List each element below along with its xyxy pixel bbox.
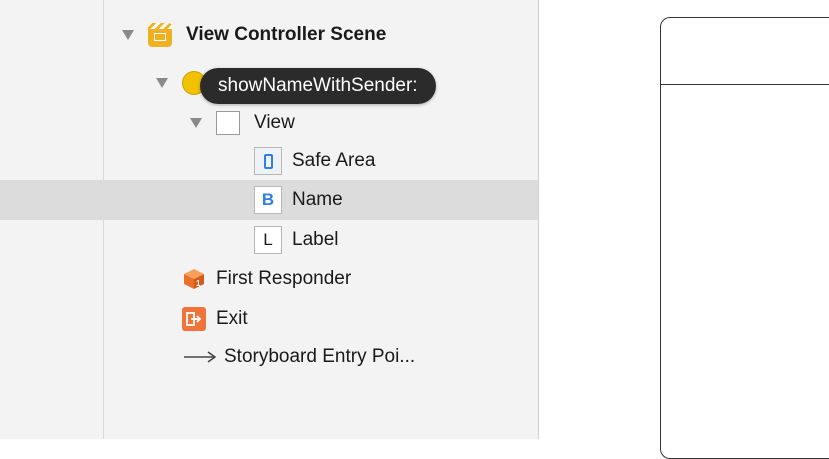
first-responder-cube-icon: 1 bbox=[182, 267, 206, 291]
entry-arrow-icon bbox=[182, 347, 218, 367]
outline-item-safe-area[interactable]: Safe Area bbox=[254, 142, 375, 180]
action-tooltip: showNameWithSender: bbox=[200, 68, 436, 104]
outline-item-label[interactable]: L Label bbox=[254, 221, 339, 259]
svg-text:1: 1 bbox=[196, 279, 201, 288]
label-icon: L bbox=[254, 226, 282, 254]
name-label: Name bbox=[292, 189, 343, 210]
outline-item-first-responder[interactable]: 1 First Responder bbox=[182, 260, 351, 298]
safe-area-label: Safe Area bbox=[292, 150, 376, 171]
safe-area-icon bbox=[254, 147, 282, 175]
navigation-bar-divider bbox=[661, 84, 829, 85]
disclosure-triangle-icon[interactable] bbox=[190, 118, 202, 128]
outline-item-name[interactable]: B Name bbox=[254, 181, 343, 219]
scene-icon bbox=[148, 23, 172, 47]
first-responder-label: First Responder bbox=[216, 268, 352, 289]
outline-item-exit[interactable]: Exit bbox=[182, 300, 248, 338]
storyboard-canvas[interactable] bbox=[539, 0, 829, 459]
exit-label: Exit bbox=[216, 308, 248, 329]
scene-label: View Controller Scene bbox=[186, 24, 387, 45]
outline-item-view[interactable]: View bbox=[190, 104, 295, 142]
disclosure-triangle-icon[interactable] bbox=[122, 30, 134, 40]
disclosure-triangle-icon[interactable] bbox=[156, 78, 168, 88]
view-icon bbox=[216, 111, 240, 135]
view-label: View bbox=[254, 112, 295, 133]
outline-item-scene[interactable]: View Controller Scene bbox=[122, 16, 386, 54]
exit-icon bbox=[182, 307, 206, 331]
outline-item-entry-point[interactable]: Storyboard Entry Poi... bbox=[182, 338, 415, 376]
view-controller-frame[interactable] bbox=[660, 17, 829, 459]
entry-point-label: Storyboard Entry Poi... bbox=[224, 346, 416, 367]
button-icon: B bbox=[254, 186, 282, 214]
label-label: Label bbox=[292, 229, 339, 250]
tooltip-text: showNameWithSender: bbox=[218, 75, 418, 96]
